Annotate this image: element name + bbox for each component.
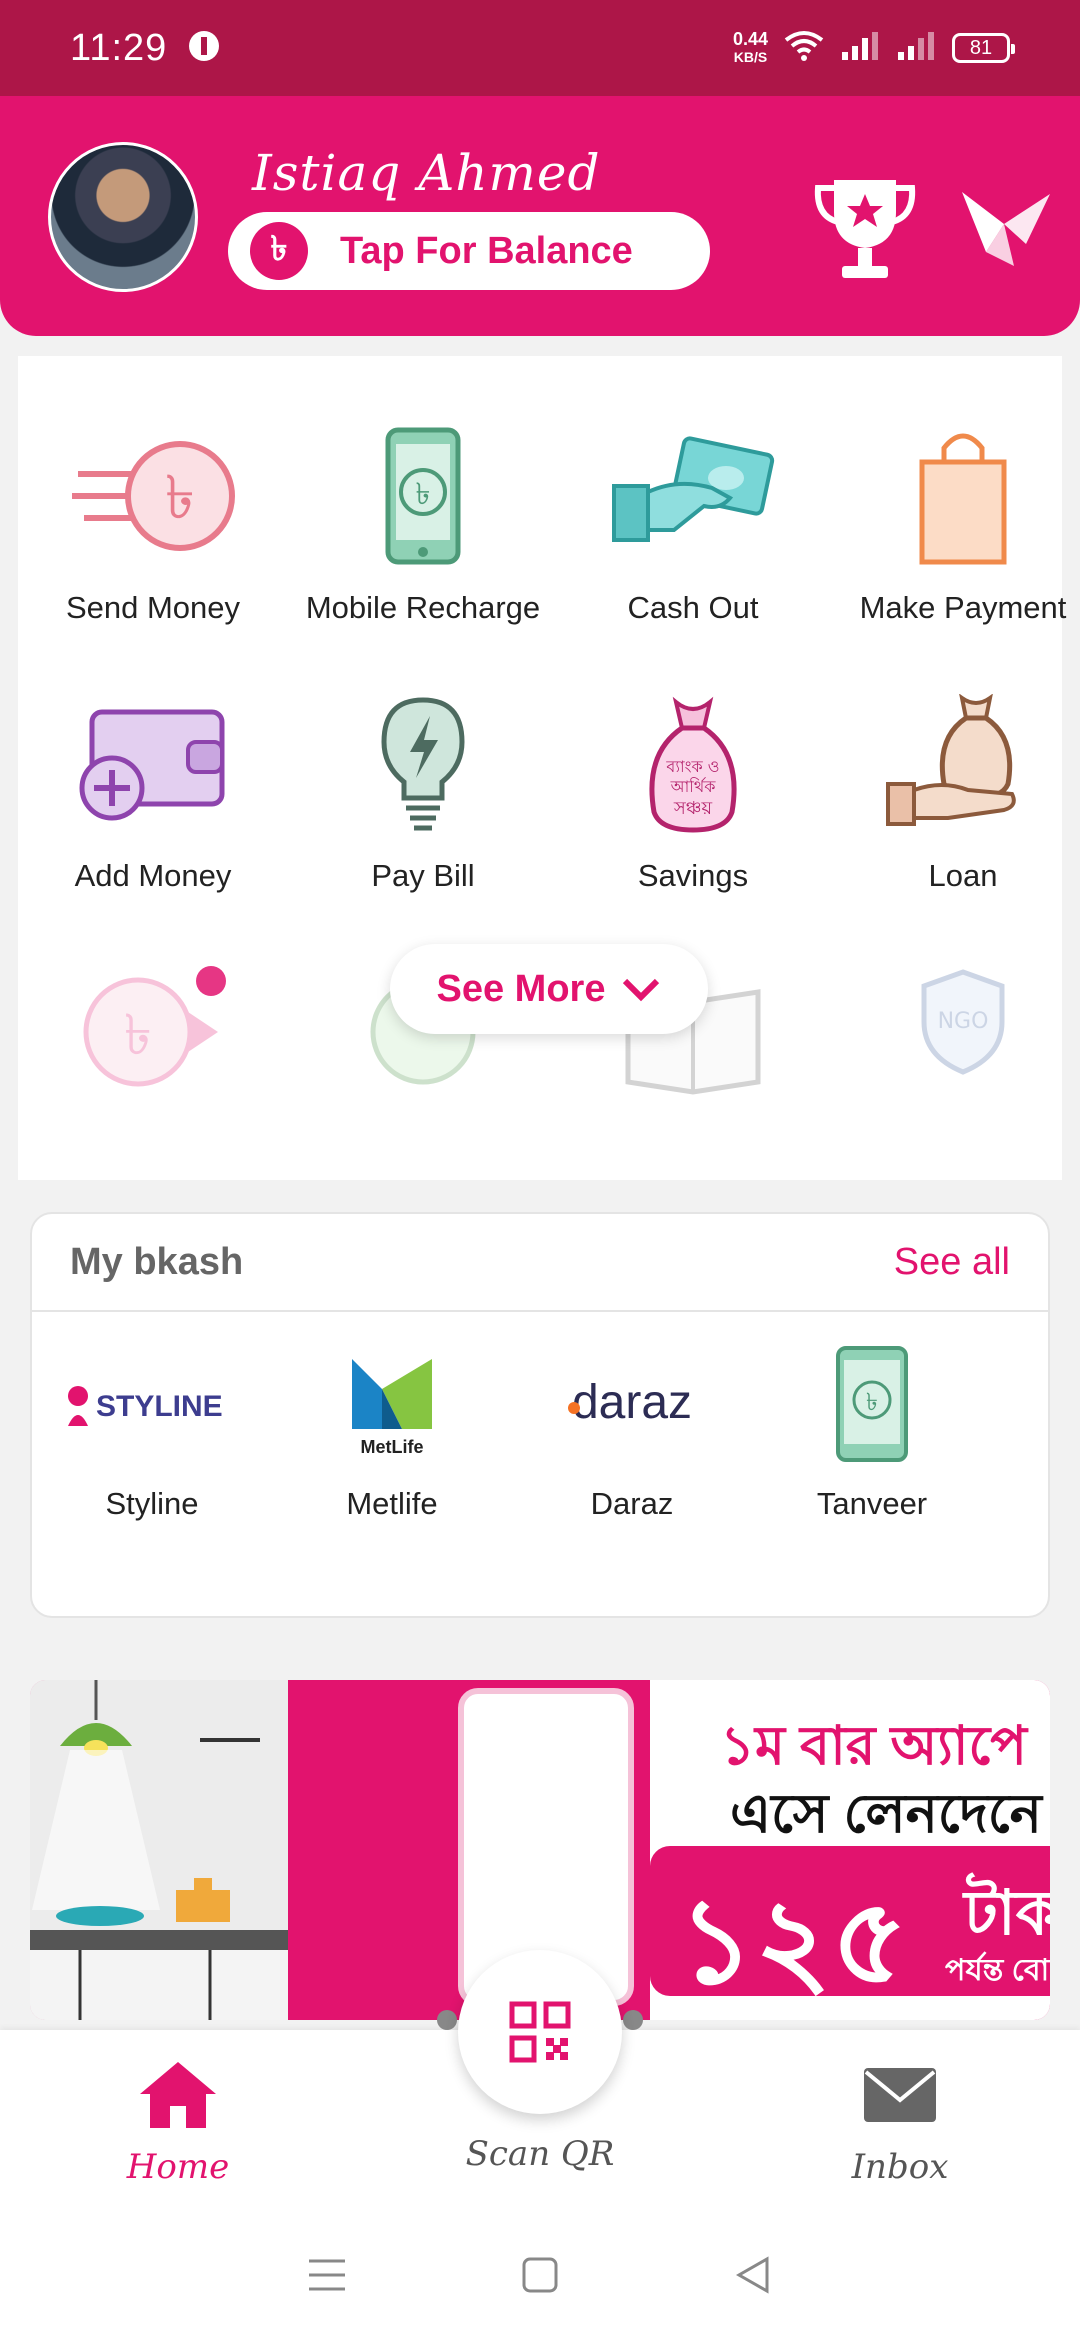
service-mobile-recharge[interactable]: ৳ Mobile Recharge bbox=[288, 426, 558, 626]
app-notification-icon bbox=[187, 29, 221, 68]
my-bkash-card: My bkash See all STYLINE Styline MetLife bbox=[30, 1212, 1050, 1618]
mail-icon bbox=[864, 2068, 936, 2122]
scan-qr-button[interactable] bbox=[458, 1950, 622, 2114]
partner-daraz[interactable]: daraz Daraz bbox=[512, 1344, 752, 1522]
status-time: 11:29 bbox=[70, 26, 168, 69]
kitchen-illustration bbox=[30, 1680, 288, 2020]
user-name: Istiaq Ahmed bbox=[252, 144, 601, 202]
signal-icon bbox=[840, 30, 880, 67]
my-bkash-header: My bkash See all bbox=[32, 1214, 1048, 1312]
scan-knob-left bbox=[437, 2010, 457, 2030]
chevron-down-icon bbox=[623, 978, 660, 1002]
service-loan[interactable]: Loan bbox=[828, 694, 1080, 894]
home-icon bbox=[140, 2062, 216, 2128]
cash-out-icon bbox=[612, 436, 775, 542]
bkash-bird-icon[interactable] bbox=[956, 174, 1052, 274]
svg-text:৳: ৳ bbox=[124, 1003, 152, 1068]
service-label: Add Money bbox=[74, 858, 232, 893]
status-right: 0.44 KB/S 81 bbox=[733, 30, 1015, 67]
service-label: Mobile Recharge bbox=[305, 590, 541, 625]
nav-scan-label-wrap[interactable]: Scan QR bbox=[440, 2122, 640, 2174]
net-speed-value: 0.44 bbox=[732, 29, 768, 49]
tanveer-logo: ৳ bbox=[772, 1344, 972, 1464]
app-root: 11:29 0.44 KB/S 81 Istiaq Ahmed ৳ Tap Fo… bbox=[0, 0, 1080, 2340]
net-speed-unit: KB/S bbox=[733, 49, 768, 65]
banner-amount: ১২৫ bbox=[678, 1876, 908, 2008]
nav-home-label: Home bbox=[126, 2147, 230, 2187]
see-all-link[interactable]: See all bbox=[894, 1241, 1010, 1284]
menu-icon[interactable] bbox=[307, 2257, 347, 2293]
mobile-recharge-icon: ৳ bbox=[385, 427, 461, 565]
daraz-logo: daraz bbox=[532, 1344, 732, 1464]
send-money-icon: ৳ bbox=[72, 441, 235, 551]
service-label: Loan bbox=[928, 858, 998, 893]
home-square-icon[interactable] bbox=[520, 2255, 560, 2295]
svg-text:NGO: NGO bbox=[938, 1009, 989, 1034]
status-bar: 11:29 0.44 KB/S 81 bbox=[0, 0, 1080, 96]
service-label: Send Money bbox=[65, 590, 241, 625]
svg-text:daraz: daraz bbox=[572, 1376, 692, 1429]
service-label: Savings bbox=[637, 858, 749, 893]
loan-hand-icon bbox=[886, 694, 1016, 826]
svg-text:সঞ্চয়: সঞ্চয় bbox=[673, 798, 713, 819]
svg-text:STYLINE: STYLINE bbox=[96, 1390, 223, 1423]
shopping-bag-icon bbox=[919, 433, 1007, 565]
system-nav-bar bbox=[0, 2210, 1080, 2340]
qr-code-icon bbox=[509, 2001, 571, 2063]
nav-inbox[interactable]: Inbox bbox=[800, 2060, 1000, 2187]
service-label: Cash Out bbox=[627, 590, 759, 625]
service-faded-4: NGO bbox=[828, 962, 1080, 1102]
svg-text:আর্থিক: আর্থিক bbox=[670, 777, 717, 796]
partner-tanveer[interactable]: ৳ Tanveer bbox=[752, 1344, 992, 1522]
partner-label: Styline bbox=[105, 1486, 199, 1521]
metlife-logo: MetLife bbox=[292, 1344, 492, 1464]
back-icon[interactable] bbox=[733, 2255, 773, 2295]
taka-coin-icon: ৳ bbox=[250, 222, 308, 280]
service-label: Pay Bill bbox=[371, 858, 475, 893]
svg-text:৳: ৳ bbox=[416, 477, 431, 512]
service-send-money[interactable]: ৳ Send Money bbox=[18, 426, 288, 626]
banner-sub: পর্যন্ত বো bbox=[945, 1954, 1050, 1987]
nav-scan-label: Scan QR bbox=[465, 2134, 615, 2174]
savings-bag-icon: ব্যাংক ও আর্থিক সঞ্চয় bbox=[649, 696, 737, 833]
svg-text:ব্যাংক ও: ব্যাংক ও bbox=[665, 757, 719, 776]
service-faded-1: ৳ bbox=[18, 962, 288, 1102]
see-more-label: See More bbox=[436, 967, 606, 1010]
svg-text:৳: ৳ bbox=[866, 1388, 878, 1416]
battery-level: 81 bbox=[969, 36, 993, 59]
balance-label: Tap For Balance bbox=[340, 229, 633, 272]
wifi-icon bbox=[784, 30, 824, 67]
see-more-button[interactable]: See More bbox=[390, 944, 708, 1034]
net-speed: 0.44 KB/S bbox=[733, 30, 768, 66]
partner-label: Daraz bbox=[590, 1486, 674, 1521]
service-make-payment[interactable]: Make Payment bbox=[828, 426, 1080, 626]
scan-knob-right bbox=[623, 2010, 643, 2030]
notification-dot bbox=[196, 966, 226, 996]
trophy-icon[interactable] bbox=[812, 172, 918, 284]
my-bkash-title: My bkash bbox=[70, 1240, 244, 1283]
service-savings[interactable]: ব্যাংক ও আর্থিক সঞ্চয় Savings bbox=[558, 694, 828, 894]
add-money-wallet-icon bbox=[79, 709, 225, 821]
service-pay-bill[interactable]: Pay Bill bbox=[288, 694, 558, 894]
partner-label: Tanveer bbox=[816, 1486, 928, 1521]
svg-text:৳: ৳ bbox=[165, 463, 195, 533]
styline-logo: STYLINE bbox=[52, 1344, 252, 1464]
service-add-money[interactable]: Add Money bbox=[18, 694, 288, 894]
signal-icon-2 bbox=[896, 30, 936, 67]
partner-metlife[interactable]: MetLife Metlife bbox=[272, 1344, 512, 1522]
service-label: Make Payment bbox=[859, 590, 1067, 625]
svg-text:MetLife: MetLife bbox=[361, 1437, 424, 1457]
profile-header: Istiaq Ahmed ৳ Tap For Balance bbox=[0, 96, 1080, 336]
battery-icon: 81 bbox=[952, 33, 1015, 63]
tap-for-balance-button[interactable]: ৳ Tap For Balance bbox=[228, 212, 710, 290]
services-grid: ৳ Send Money ৳ Mobile Recharge Cash Out bbox=[18, 356, 1066, 1180]
partner-styline[interactable]: STYLINE Styline bbox=[32, 1344, 272, 1522]
avatar[interactable] bbox=[48, 142, 198, 292]
bulb-icon bbox=[381, 697, 465, 831]
service-cash-out[interactable]: Cash Out bbox=[558, 426, 828, 626]
nav-inbox-label: Inbox bbox=[851, 2147, 949, 2187]
partner-label: Metlife bbox=[346, 1486, 438, 1521]
nav-home[interactable]: Home bbox=[78, 2060, 278, 2187]
ngo-shield-icon: NGO bbox=[921, 969, 1005, 1075]
